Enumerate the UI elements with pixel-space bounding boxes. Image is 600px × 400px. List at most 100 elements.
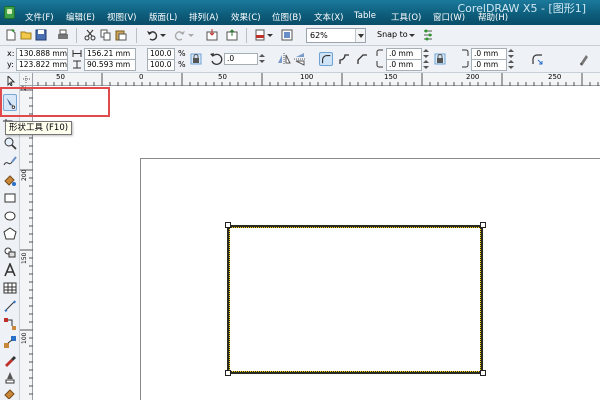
relative-corner-scaling-icon[interactable] — [530, 52, 544, 66]
ruler-label: 100 — [300, 73, 314, 81]
rectangle-tool-icon[interactable] — [3, 191, 17, 205]
round-corner-icon[interactable] — [319, 52, 333, 66]
text-tool-icon[interactable] — [3, 263, 17, 277]
x-label: x: — [7, 49, 15, 58]
property-bar: x: 130.888 mm y: 123.822 mm 156.21 mm 90… — [0, 46, 600, 73]
pick-tool-icon[interactable] — [3, 76, 17, 86]
smart-fill-tool-icon[interactable] — [3, 173, 17, 187]
save-icon[interactable] — [35, 29, 47, 41]
toolbar-separator — [76, 28, 77, 43]
toolbar-separator — [246, 28, 247, 43]
corner-bottom-right-icon — [462, 61, 469, 68]
standard-toolbar: 62% Snap to — [0, 25, 600, 46]
menu-tools[interactable]: 工具(O) — [391, 11, 421, 23]
corner-top-right-icon — [462, 49, 469, 56]
menu-arrange[interactable]: 排列(A) — [189, 11, 218, 23]
corner-radius-bottom-left-field[interactable]: .0 mm — [386, 59, 422, 71]
polygon-tool-icon[interactable] — [3, 227, 17, 241]
scale-y-field[interactable]: 100.0 — [147, 59, 175, 71]
window-title: CorelDRAW X5 - [图形1] — [457, 2, 586, 15]
application-launcher-icon[interactable] — [281, 29, 293, 41]
fill-tool-icon[interactable] — [3, 389, 17, 399]
menu-bar: 文件(F) 编辑(E) 视图(V) 版面(L) 排列(A) 效果(C) 位图(B… — [0, 0, 600, 25]
rotation-angle-field[interactable]: .0 — [224, 53, 258, 65]
rotation-spinner[interactable] — [259, 53, 265, 65]
corner-top-left-icon — [376, 49, 383, 56]
ruler-label: 150 — [384, 73, 398, 81]
corner-node[interactable] — [480, 222, 486, 228]
ruler-label: 200 — [21, 169, 28, 181]
cut-icon[interactable] — [84, 29, 96, 41]
connector-tool-icon[interactable] — [3, 317, 17, 331]
menu-file[interactable]: 文件(F) — [25, 11, 54, 23]
shape-tool-tooltip: 形状工具 (F10) — [5, 121, 73, 135]
ruler-label: 50 — [218, 73, 227, 81]
lock-corners-icon[interactable] — [433, 52, 447, 66]
ruler-origin-icon — [23, 76, 30, 83]
lock-ratio-icon[interactable] — [189, 52, 203, 66]
export-icon[interactable] — [226, 29, 238, 41]
corner-bottom-left-icon — [376, 61, 383, 68]
menu-edit[interactable]: 编辑(E) — [66, 11, 95, 23]
ellipse-tool-icon[interactable] — [3, 209, 17, 223]
y-position-field[interactable]: 123.822 mm — [16, 59, 68, 71]
table-tool-icon[interactable] — [3, 281, 17, 295]
menu-view[interactable]: 视图(V) — [107, 11, 136, 23]
snap-to-dropdown-icon[interactable] — [409, 29, 415, 41]
basic-shapes-tool-icon[interactable] — [3, 245, 17, 259]
horizontal-ruler[interactable]: 50 0 50 100 150 200 250 — [20, 73, 600, 86]
chevron-down-icon[interactable] — [355, 29, 365, 42]
corner-radius-bottom-right-field[interactable]: .0 mm — [471, 59, 507, 71]
undo-icon[interactable] — [146, 29, 158, 41]
mirror-horizontal-icon[interactable] — [277, 52, 291, 66]
menu-effects[interactable]: 效果(C) — [231, 11, 261, 23]
highlight-annotation — [0, 87, 110, 117]
options-icon[interactable] — [422, 29, 434, 41]
undo-dropdown-icon[interactable] — [160, 29, 166, 41]
corner-node[interactable] — [225, 370, 231, 376]
chamfered-corner-icon[interactable] — [355, 52, 369, 66]
new-document-icon[interactable] — [5, 29, 17, 41]
ruler-label: 50 — [56, 73, 65, 81]
height-field[interactable]: 90.593 mm — [84, 59, 136, 71]
width-icon — [72, 50, 82, 57]
ruler-label: 0 — [139, 73, 144, 81]
zoom-tool-icon[interactable] — [3, 136, 17, 150]
ruler-label: 250 — [548, 73, 562, 81]
freehand-tool-icon[interactable] — [3, 155, 17, 169]
menu-table[interactable]: Table — [354, 11, 376, 21]
dimension-tool-icon[interactable] — [3, 299, 17, 313]
copy-icon[interactable] — [100, 29, 112, 41]
publish-dropdown-icon[interactable] — [267, 29, 273, 41]
rectangle-object[interactable] — [227, 225, 483, 374]
scalloped-corner-icon[interactable] — [337, 52, 351, 66]
ruler-label: 150 — [21, 252, 28, 264]
corner-node[interactable] — [480, 370, 486, 376]
outline-width-icon[interactable] — [577, 52, 591, 66]
mirror-vertical-icon[interactable] — [293, 52, 307, 66]
outline-pen-tool-icon[interactable] — [3, 371, 17, 385]
menu-text[interactable]: 文本(X) — [314, 11, 343, 23]
eyedropper-tool-icon[interactable] — [3, 353, 17, 367]
menu-bitmaps[interactable]: 位图(B) — [272, 11, 301, 23]
menu-layout[interactable]: 版面(L) — [149, 11, 177, 23]
open-folder-icon[interactable] — [20, 29, 32, 41]
print-icon[interactable] — [57, 29, 69, 41]
corner-node[interactable] — [225, 222, 231, 228]
paste-icon[interactable] — [115, 29, 127, 41]
app-icon[interactable] — [4, 6, 15, 19]
corner-bottom-right-spinner[interactable] — [508, 59, 514, 71]
blend-tool-icon[interactable] — [3, 335, 17, 349]
ruler-origin[interactable] — [20, 73, 33, 86]
scale-x-percent: % — [178, 49, 186, 58]
corner-bottom-left-spinner[interactable] — [423, 59, 429, 71]
snap-to-label[interactable]: Snap to — [377, 30, 408, 39]
zoom-level-value: 62% — [310, 31, 328, 40]
height-icon — [73, 60, 81, 69]
redo-dropdown-icon[interactable] — [188, 29, 194, 41]
redo-icon[interactable] — [174, 29, 186, 41]
publish-pdf-icon[interactable] — [254, 29, 266, 41]
rotate-icon[interactable] — [209, 52, 223, 66]
import-icon[interactable] — [206, 29, 218, 41]
zoom-level-select[interactable]: 62% — [306, 28, 366, 43]
